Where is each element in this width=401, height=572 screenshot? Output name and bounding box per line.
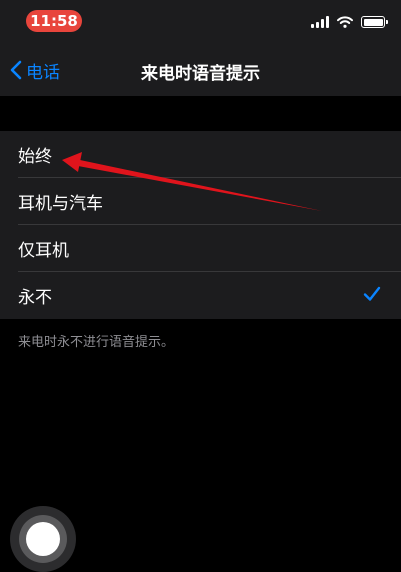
battery-icon: [361, 16, 388, 28]
option-label: 始终: [18, 147, 52, 167]
nav-bar: 电话 来电时语音提示: [0, 44, 401, 96]
footer-note: 来电时永不进行语音提示。: [18, 335, 175, 350]
option-label: 仅耳机: [18, 241, 69, 261]
checkmark-icon: [363, 286, 381, 301]
wifi-icon: [337, 16, 353, 28]
option-always[interactable]: 始终: [0, 131, 401, 178]
options-list: 始终 耳机与汽车 仅耳机 永不: [0, 131, 401, 319]
signal-icon: [311, 16, 329, 28]
status-bar: 11:58: [0, 0, 401, 44]
option-label: 耳机与汽车: [18, 194, 103, 214]
option-label: 永不: [18, 288, 52, 308]
assistive-touch-button[interactable]: [10, 506, 76, 572]
option-never[interactable]: 永不: [0, 272, 401, 319]
status-icons: [311, 14, 388, 30]
option-headphones-and-car[interactable]: 耳机与汽车: [0, 178, 401, 225]
assistive-touch-core: [26, 522, 60, 556]
page-title: 来电时语音提示: [141, 64, 260, 84]
status-time: 11:58: [26, 10, 82, 32]
option-headphones-only[interactable]: 仅耳机: [0, 225, 401, 272]
